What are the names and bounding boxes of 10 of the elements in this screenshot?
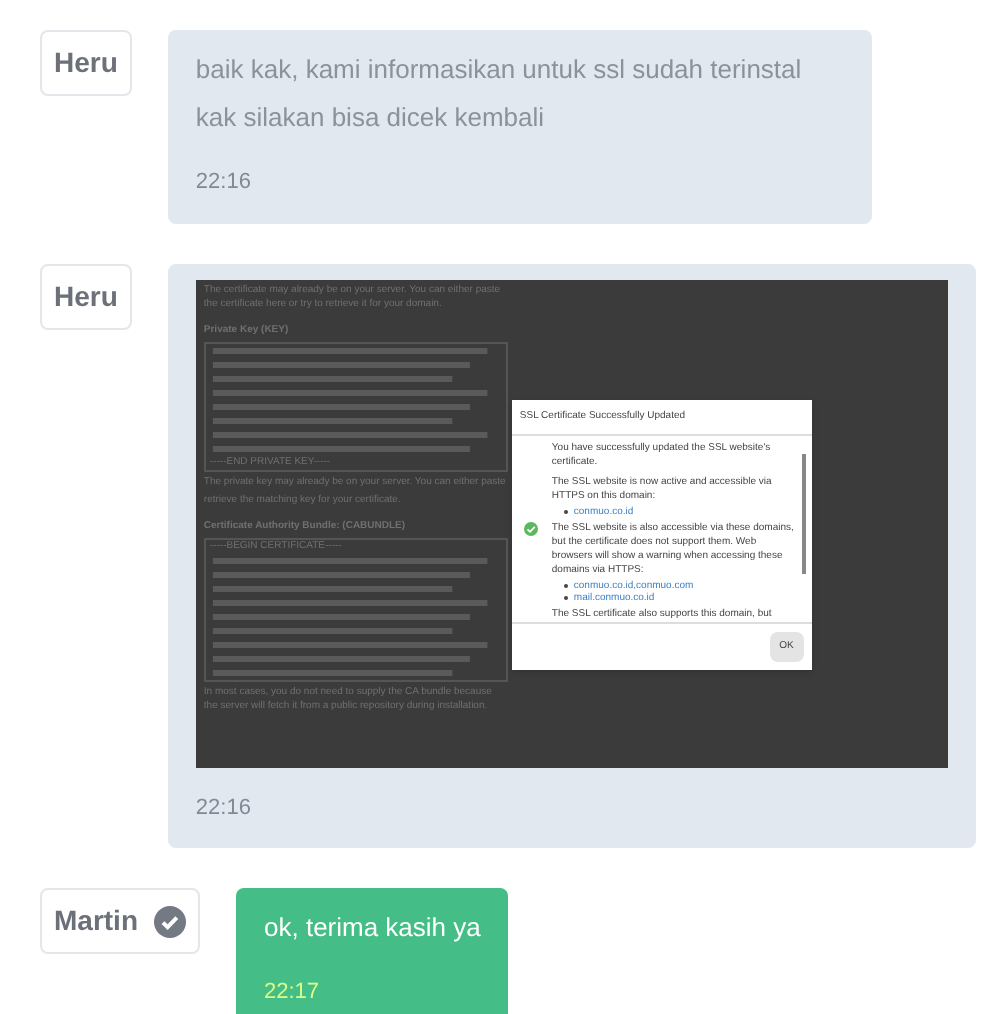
message-time: 22:17: [264, 978, 322, 1008]
check-circle-icon: [524, 521, 539, 535]
sender-name: Heru: [54, 277, 118, 315]
message-text: baik kak, kami informasikan untuk ssl sudah terinstal kak silakan bisa dicek kembali: [195, 52, 804, 136]
message-time: 22:16: [195, 168, 253, 198]
check-badge-icon: [154, 905, 186, 937]
message-text: ok, terima kasih ya: [264, 910, 481, 946]
sender-name: Heru: [54, 44, 118, 82]
message-time: 22:16: [195, 793, 253, 823]
sender-name: Martin: [54, 902, 138, 940]
